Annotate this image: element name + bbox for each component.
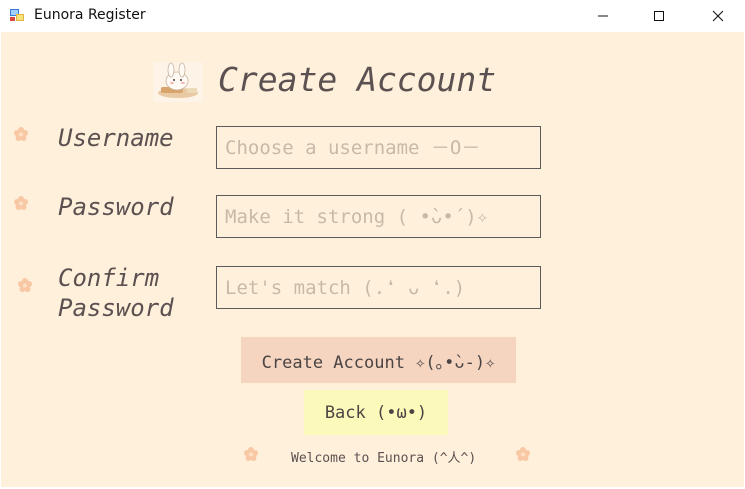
create-account-button[interactable]: Create Account ✧(｡•̀ᴗ-)✧ [241,337,516,383]
maximize-icon [654,11,664,21]
flower-icon [244,447,258,461]
title-bar[interactable]: Eunora Register [0,0,745,32]
username-label: Username [58,124,174,152]
minimize-icon [598,15,608,17]
close-button[interactable] [695,0,741,32]
window-title: Eunora Register [34,7,146,23]
flower-icon [516,447,530,461]
password-label: Password [58,193,174,221]
bunny-baking-icon [153,62,203,102]
page-title: Create Account [218,60,497,99]
welcome-footer: Welcome to Eunora (^人^) [291,451,477,466]
register-window: Eunora Register Create Account Username … [0,0,745,489]
flower-icon [14,196,28,210]
flower-icon [14,127,28,141]
minimize-button[interactable] [580,0,626,32]
close-icon [712,10,724,22]
confirm-password-label-line1: Confirm [58,264,160,292]
app-window-icon [9,7,25,23]
back-button[interactable]: Back (•ω•) [304,390,448,435]
form-panel: Create Account Username Password Confirm… [1,32,744,487]
flower-icon [18,278,32,292]
maximize-button[interactable] [636,0,682,32]
confirm-password-field[interactable] [216,266,541,309]
password-field[interactable] [216,195,541,238]
username-field[interactable] [216,126,541,169]
confirm-password-label-line2: Password [58,294,174,322]
